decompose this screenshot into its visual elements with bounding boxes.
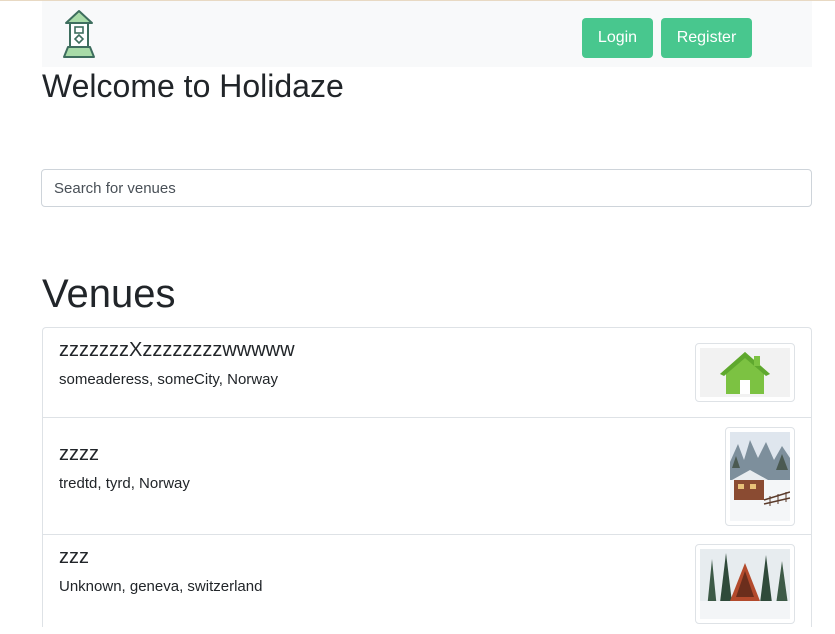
register-button[interactable]: Register bbox=[661, 18, 752, 58]
page-title: Welcome to Holidaze bbox=[42, 68, 344, 104]
venue-thumbnail bbox=[695, 544, 795, 624]
navbar: Login Register bbox=[42, 1, 812, 67]
venue-thumbnail bbox=[725, 427, 795, 526]
venue-thumbnail bbox=[695, 343, 795, 402]
login-button[interactable]: Login bbox=[582, 18, 653, 58]
logo-link[interactable] bbox=[62, 9, 96, 59]
venue-item[interactable]: zzzzzzzXzzzzzzzzwwwww someaderess, someC… bbox=[43, 328, 811, 417]
venue-address: tredtd, tyrd, Norway bbox=[59, 475, 190, 492]
venues-heading: Venues bbox=[42, 272, 176, 316]
venue-name: zzz bbox=[59, 546, 89, 568]
venue-name: zzzz bbox=[59, 443, 99, 465]
green-house-icon bbox=[700, 348, 790, 397]
venue-name: zzzzzzzXzzzzzzzzwwwww bbox=[59, 339, 295, 361]
house-tower-icon bbox=[63, 10, 95, 58]
venue-address: someaderess, someCity, Norway bbox=[59, 371, 278, 388]
search-input[interactable] bbox=[41, 169, 812, 207]
venue-list: zzzzzzzXzzzzzzzzwwwww someaderess, someC… bbox=[42, 327, 812, 627]
venue-address: Unknown, geneva, switzerland bbox=[59, 578, 263, 595]
venue-item[interactable]: zzz Unknown, geneva, switzerland bbox=[43, 534, 811, 634]
snowy-cabin-photo bbox=[730, 432, 790, 521]
venue-item[interactable]: zzzz tredtd, tyrd, Norway bbox=[43, 417, 811, 534]
a-frame-cabin-photo bbox=[700, 549, 790, 619]
